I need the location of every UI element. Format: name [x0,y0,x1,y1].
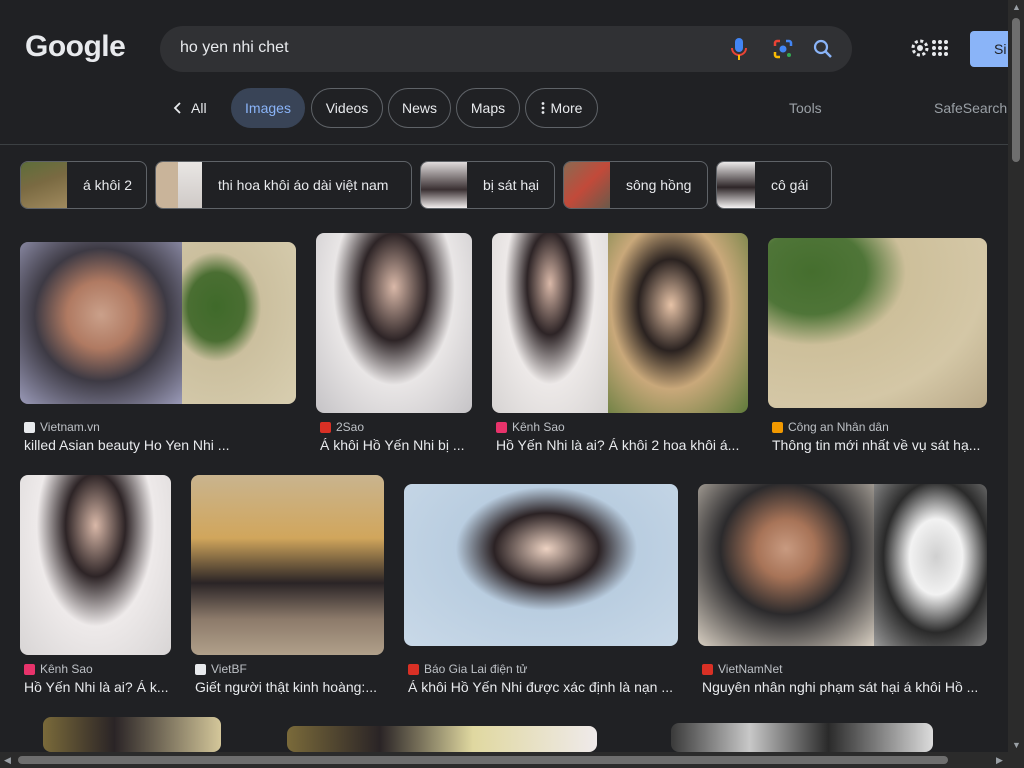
result-source: VietBF [195,662,247,676]
suggestion-chip[interactable]: sông hồng [563,161,708,209]
vertical-scroll-thumb[interactable] [1012,18,1020,162]
result-image[interactable] [768,238,987,408]
result-image[interactable] [43,717,221,752]
result-source: Công an Nhân dân [772,420,889,434]
suggestion-thumbnail [21,162,67,208]
result-title[interactable]: Á khôi Hồ Yến Nhi được xác định là nạn .… [408,679,678,695]
search-box[interactable]: ho yen nhi chet [160,26,852,72]
source-favicon-icon [24,663,35,675]
result-source: 2Sao [320,420,364,434]
scroll-down-icon[interactable]: ▼ [1012,740,1021,750]
suggestion-label: thi hoa khôi áo dài việt nam [218,177,389,193]
settings-gear-icon[interactable] [909,37,931,59]
result-image[interactable] [191,475,384,655]
suggestion-label: sông hồng [626,177,692,193]
result-source: Vietnam.vn [24,420,100,434]
sign-in-button[interactable]: Si [970,31,1008,67]
chevron-left-icon [173,102,181,114]
source-favicon-icon [702,663,713,675]
result-title[interactable]: Á khôi Hồ Yến Nhi bị ... [320,437,472,453]
tools-button[interactable]: Tools [789,100,822,116]
result-source: Kênh Sao [496,420,565,434]
result-image[interactable] [316,233,472,413]
source-favicon-icon [496,421,507,433]
tab-maps[interactable]: Maps [456,88,520,128]
result-title[interactable]: killed Asian beauty Ho Yen Nhi ... [24,437,294,453]
result-title[interactable]: Hồ Yến Nhi là ai? Á k... [24,679,171,695]
source-favicon-icon [195,663,206,675]
scroll-right-icon[interactable]: ▶ [996,755,1003,766]
suggestion-thumbnail [421,162,467,208]
vertical-scrollbar[interactable]: ▲ ▼ [1008,0,1024,752]
result-title[interactable]: Nguyên nhân nghi phạm sát hại á khôi Hồ … [702,679,987,695]
suggestion-label: bị sát hại [483,177,540,193]
suggestion-label: á khôi 2 [83,177,133,193]
tab-more[interactable]: More [525,88,598,128]
top-header: Google ho yen nhi chet Si All Images Vid… [0,0,1008,145]
suggestion-chip[interactable]: thi hoa khôi áo dài việt nam [155,161,412,209]
tab-more-label: More [550,100,583,116]
google-apps-icon[interactable] [932,40,948,56]
search-icon[interactable] [812,38,834,60]
scroll-left-icon[interactable]: ◀ [4,755,11,766]
safesearch-button[interactable]: SafeSearch [934,100,1007,116]
tab-news[interactable]: News [388,88,451,128]
suggestion-chip[interactable]: bị sát hại [420,161,555,209]
horizontal-scroll-thumb[interactable] [18,756,948,764]
google-logo[interactable]: Google [25,30,126,64]
source-favicon-icon [408,663,419,675]
result-image[interactable] [404,484,678,646]
result-title[interactable]: Giết người thật kinh hoàng:... [195,679,384,695]
source-favicon-icon [320,421,331,433]
result-title[interactable]: Thông tin mới nhất về vụ sát hạ... [772,437,987,453]
tab-all-label: All [191,100,207,116]
suggestion-thumbnail [564,162,610,208]
result-image[interactable] [20,475,171,655]
result-image[interactable] [671,723,933,752]
microphone-icon[interactable] [730,37,748,61]
result-source: Báo Gia Lai điện tử [408,662,527,676]
scroll-up-icon[interactable]: ▲ [1012,2,1021,12]
result-source: Kênh Sao [24,662,93,676]
tab-all[interactable]: All [173,88,207,128]
result-image[interactable] [492,233,748,413]
source-favicon-icon [24,421,35,433]
result-image[interactable] [20,242,296,404]
result-title[interactable]: Hồ Yến Nhi là ai? Á khôi 2 hoa khôi á... [496,437,748,453]
search-tabs: All Images Videos News Maps More Tools S… [0,88,1008,128]
more-vert-icon [541,102,544,114]
horizontal-scrollbar[interactable]: ◀ ▶ [0,752,1024,768]
result-image[interactable] [287,726,597,752]
suggestion-chip[interactable]: cô gái [716,161,832,209]
suggestion-thumbnail [156,162,202,208]
result-source: VietNamNet [702,662,782,676]
suggestion-label: cô gái [771,177,809,193]
result-image[interactable] [698,484,987,646]
suggestion-thumbnail [717,162,755,208]
search-input[interactable]: ho yen nhi chet [180,39,289,57]
tab-images[interactable]: Images [231,88,305,128]
suggestion-chip[interactable]: á khôi 2 [20,161,147,209]
tab-videos[interactable]: Videos [311,88,383,128]
source-favicon-icon [772,421,783,433]
google-lens-icon[interactable] [772,38,794,60]
